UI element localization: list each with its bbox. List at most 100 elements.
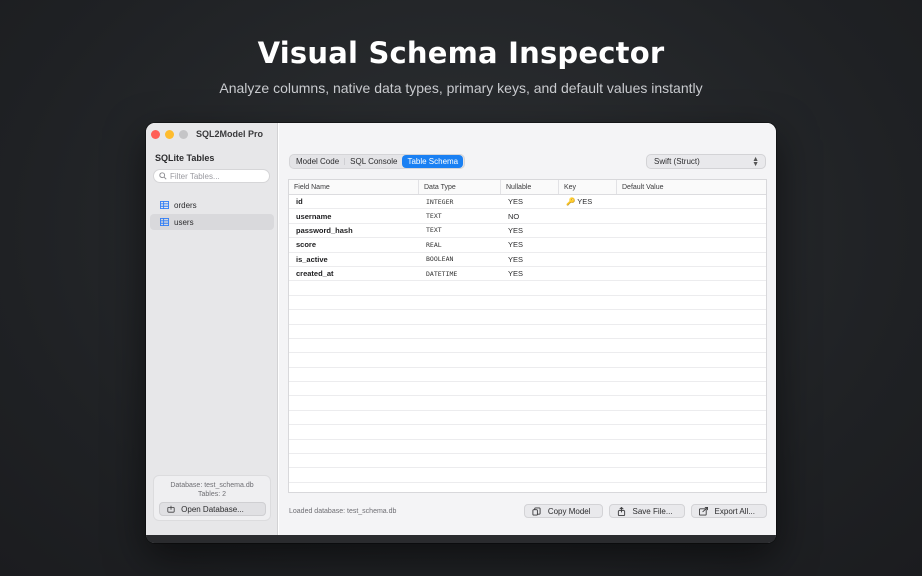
empty-row	[289, 440, 766, 455]
empty-row	[289, 339, 766, 354]
search-icon	[159, 172, 167, 180]
field-name-cell: username	[296, 211, 332, 221]
data-type-cell: INTEGER	[426, 197, 454, 206]
sidebar-item-label: users	[174, 217, 194, 227]
table-row[interactable]: password_hash TEXT YES	[289, 224, 766, 239]
language-select-value: Swift (Struct)	[654, 157, 700, 166]
nullable-cell: NO	[508, 211, 520, 221]
empty-row	[289, 296, 766, 311]
key-cell	[559, 224, 617, 237]
nullable-cell: YES	[508, 225, 524, 235]
empty-row	[289, 353, 766, 368]
export-icon	[698, 506, 708, 516]
key-cell	[559, 209, 617, 222]
copy-icon	[532, 506, 541, 516]
key-cell: 🔑 YES	[566, 197, 593, 207]
copy-model-label: Copy Model	[547, 506, 591, 516]
main-panel: Model Code SQL Console Table Schema Swif…	[279, 123, 776, 543]
nullable-cell: YES	[508, 254, 524, 264]
nullable-cell: YES	[508, 269, 524, 279]
close-window-button[interactable]	[151, 130, 160, 139]
copy-model-button[interactable]: Copy Model	[523, 504, 603, 518]
hero-subtitle: Analyze columns, native data types, prim…	[219, 80, 703, 96]
column-header-default-value[interactable]: Default Value	[617, 180, 766, 194]
default-value-cell	[617, 267, 766, 280]
empty-row	[289, 454, 766, 469]
schema-rows: id INTEGER YES 🔑 YES username TEXT NO pa…	[289, 195, 766, 483]
key-cell	[559, 253, 617, 266]
action-buttons: Copy Model Save File... Export All...	[523, 504, 767, 518]
default-value-cell	[617, 224, 766, 237]
window-shadow-strip	[146, 535, 776, 543]
empty-row	[289, 382, 766, 397]
export-all-button[interactable]: Export All...	[690, 504, 767, 518]
table-row[interactable]: is_active BOOLEAN YES	[289, 253, 766, 267]
empty-row	[289, 325, 766, 339]
open-database-label: Open Database...	[181, 504, 244, 514]
default-value-cell	[617, 253, 766, 266]
table-icon	[160, 201, 169, 209]
field-name-cell: score	[296, 240, 317, 250]
table-icon	[160, 218, 169, 226]
traffic-lights	[151, 130, 188, 139]
chevron-updown-icon: ▲ ▼	[752, 156, 759, 168]
filter-tables-field[interactable]	[153, 169, 270, 183]
minimize-window-button[interactable]	[165, 130, 174, 139]
hero-title: Visual Schema Inspector	[257, 36, 665, 70]
table-row[interactable]: created_at DATETIME YES	[289, 267, 766, 282]
field-name-cell: is_active	[296, 254, 328, 264]
data-type-cell: DATETIME	[426, 269, 458, 278]
tab-model-code[interactable]: Model Code	[291, 155, 344, 168]
data-type-cell: BOOLEAN	[426, 255, 454, 264]
empty-row	[289, 468, 766, 483]
field-name-cell: id	[296, 197, 303, 207]
sidebar-item-orders[interactable]: orders	[150, 197, 274, 213]
export-all-label: Export All...	[714, 506, 755, 516]
app-window: SQL2Model Pro SQLite Tables orders	[146, 123, 776, 543]
empty-row	[289, 281, 766, 296]
column-header-field-name[interactable]: Field Name	[289, 180, 419, 194]
schema-table: Field Name Data Type Nullable Key Defaul…	[288, 179, 767, 493]
status-text: Loaded database: test_schema.db	[289, 508, 397, 515]
table-row[interactable]: username TEXT NO	[289, 209, 766, 224]
nullable-cell: YES	[508, 197, 524, 207]
sidebar: SQL2Model Pro SQLite Tables orders	[146, 123, 278, 543]
data-type-cell: TEXT	[426, 212, 442, 221]
default-value-cell	[617, 238, 766, 251]
database-info-panel: Database: test_schema.db Tables: 2 Open …	[153, 475, 271, 521]
open-database-button[interactable]: Open Database...	[159, 502, 266, 516]
database-name: Database: test_schema.db	[170, 482, 254, 489]
save-file-button[interactable]: Save File...	[608, 504, 685, 518]
field-name-cell: password_hash	[296, 225, 353, 235]
sidebar-title: SQLite Tables	[155, 153, 215, 163]
empty-row	[289, 425, 766, 440]
filter-tables-input[interactable]	[170, 171, 266, 181]
field-name-cell: created_at	[296, 269, 334, 279]
default-value-cell	[617, 209, 766, 222]
default-value-cell	[617, 195, 766, 208]
view-tabs: Model Code SQL Console Table Schema	[289, 154, 466, 169]
empty-row	[289, 396, 766, 411]
zoom-window-button[interactable]	[179, 130, 188, 139]
sidebar-item-users[interactable]: users	[150, 214, 274, 230]
column-header-nullable[interactable]: Nullable	[501, 180, 559, 194]
sidebar-item-label: orders	[174, 200, 197, 210]
tab-sql-console[interactable]: SQL Console	[345, 155, 402, 168]
language-select[interactable]: Swift (Struct) ▲ ▼	[646, 154, 766, 169]
table-row[interactable]: score REAL YES	[289, 238, 766, 253]
open-icon	[167, 505, 175, 513]
data-type-cell: TEXT	[426, 226, 442, 235]
schema-table-header: Field Name Data Type Nullable Key Defaul…	[289, 180, 766, 195]
column-header-data-type[interactable]: Data Type	[419, 180, 501, 194]
data-type-cell: REAL	[426, 240, 442, 249]
tab-table-schema[interactable]: Table Schema	[402, 155, 464, 168]
column-header-key[interactable]: Key	[559, 180, 617, 194]
empty-row	[289, 310, 766, 325]
empty-row	[289, 368, 766, 383]
table-row[interactable]: id INTEGER YES 🔑 YES	[289, 195, 766, 210]
nullable-cell: YES	[508, 240, 524, 250]
share-icon	[617, 506, 625, 516]
tables-count: Tables: 2	[197, 491, 227, 498]
save-file-label: Save File...	[632, 506, 673, 516]
app-title: SQL2Model Pro	[196, 129, 264, 139]
